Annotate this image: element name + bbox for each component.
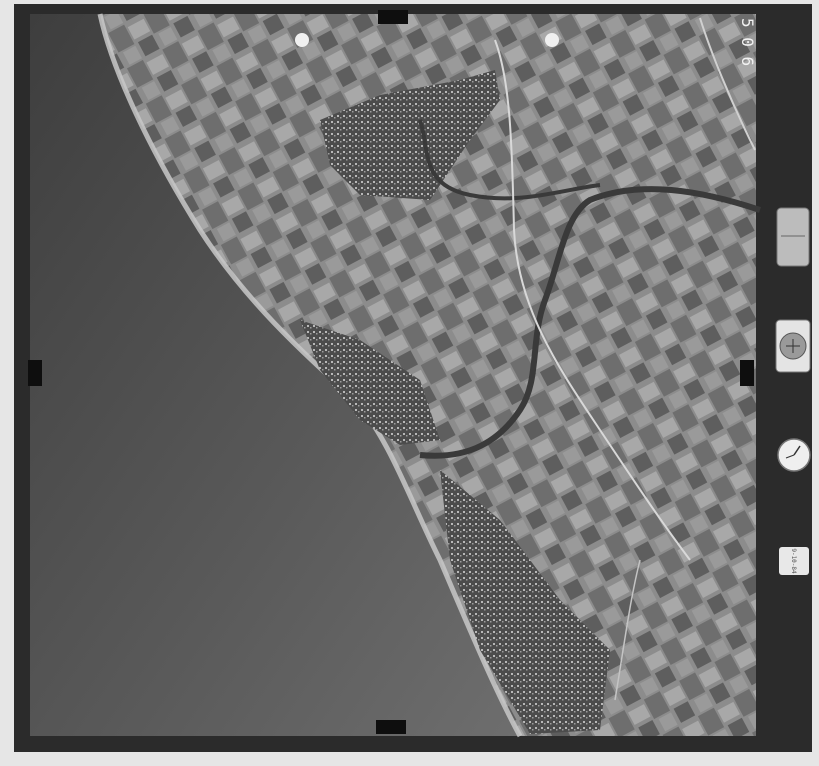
fiducial-left [28, 360, 42, 386]
fiducial-hole-right [545, 33, 559, 47]
fiducial-hole-left [295, 33, 309, 47]
clock-dial-icon [777, 438, 811, 472]
fiducial-top [378, 10, 408, 24]
fiducial-bottom [376, 720, 406, 734]
aerial-photo-frame [0, 0, 819, 766]
frame-number: 5 0 6 [738, 17, 757, 67]
altimeter-dial-icon [776, 207, 810, 267]
fiducial-right [740, 360, 754, 386]
lens-info-dial-icon [775, 319, 811, 373]
date-stamp: 9-10-84 [779, 547, 809, 575]
